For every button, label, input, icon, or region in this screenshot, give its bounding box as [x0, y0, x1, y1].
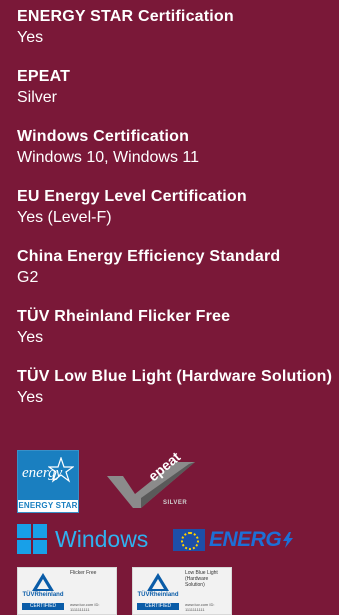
spec-label: ENERGY STAR Certification: [17, 8, 234, 25]
eu-energy-label-logo-icon: ENERG: [173, 528, 293, 553]
windows-word: Windows: [55, 526, 149, 552]
energ-word: ENERG: [209, 528, 282, 551]
tuv-mark-icon: TÜVRheinland CERTIFIED: [20, 571, 66, 611]
spec-label: EPEAT: [17, 68, 71, 85]
spec-value: G2: [17, 269, 39, 286]
tuv-text: Low Blue Light (Hardware Solution): [185, 570, 218, 588]
spec-china-energy: China Energy Efficiency Standard G2: [17, 247, 335, 288]
star-icon: [48, 457, 74, 483]
tuv-id: www.tuv.com ID: 1111111111: [70, 602, 100, 612]
spec-value: Yes: [17, 29, 44, 46]
tuv-id: www.tuv.com ID: 1111111111: [185, 602, 215, 612]
energy-star-logo-icon: energy ENERGY STAR: [17, 450, 79, 513]
spec-label: Windows Certification: [17, 128, 190, 145]
spec-tuv-low-blue-light: TÜV Low Blue Light (Hardware Solution) Y…: [17, 367, 335, 408]
tuv-flicker-free-logo-icon: TÜVRheinland CERTIFIED Flicker Free www.…: [17, 567, 117, 615]
specs-list: ENERGY STAR Certification Yes EPEAT Silv…: [17, 7, 335, 427]
spec-value: Silver: [17, 89, 58, 106]
windows-logo-icon: Windows: [17, 524, 157, 554]
tuv-low-blue-light-logo-icon: TÜVRheinland CERTIFIED Low Blue Light (H…: [132, 567, 232, 615]
lightning-icon: [283, 532, 293, 548]
spec-label: TÜV Low Blue Light (Hardware Solution): [17, 368, 333, 385]
epeat-silver-logo-icon: epeat SILVER: [105, 448, 200, 514]
tuv-certified: CERTIFIED: [137, 603, 179, 610]
spec-value: Yes (Level-F): [17, 209, 112, 226]
spec-windows-certification: Windows Certification Windows 10, Window…: [17, 127, 335, 168]
spec-label: TÜV Rheinland Flicker Free: [17, 308, 231, 325]
windows-grid-icon: [17, 524, 47, 554]
spec-eu-energy-level: EU Energy Level Certification Yes (Level…: [17, 187, 335, 228]
spec-energy-star: ENERGY STAR Certification Yes: [17, 7, 335, 48]
spec-tuv-flicker-free: TÜV Rheinland Flicker Free Yes: [17, 307, 335, 348]
spec-value: Yes: [17, 329, 44, 346]
spec-epeat: EPEAT Silver: [17, 67, 335, 108]
spec-label: EU Energy Level Certification: [17, 188, 247, 205]
spec-value: Windows 10, Windows 11: [17, 149, 199, 166]
energy-star-label: ENERGY STAR: [18, 501, 78, 510]
tuv-name: TÜVRheinland: [137, 592, 179, 598]
spec-label: China Energy Efficiency Standard: [17, 248, 281, 265]
tuv-name: TÜVRheinland: [22, 592, 64, 598]
tuv-text: Flicker Free: [70, 570, 97, 576]
tuv-mark-icon: TÜVRheinland CERTIFIED: [135, 571, 181, 611]
spec-value: Yes: [17, 389, 44, 406]
epeat-tier: SILVER: [163, 500, 188, 506]
tuv-certified: CERTIFIED: [22, 603, 64, 610]
eu-flag-icon: [173, 529, 205, 551]
